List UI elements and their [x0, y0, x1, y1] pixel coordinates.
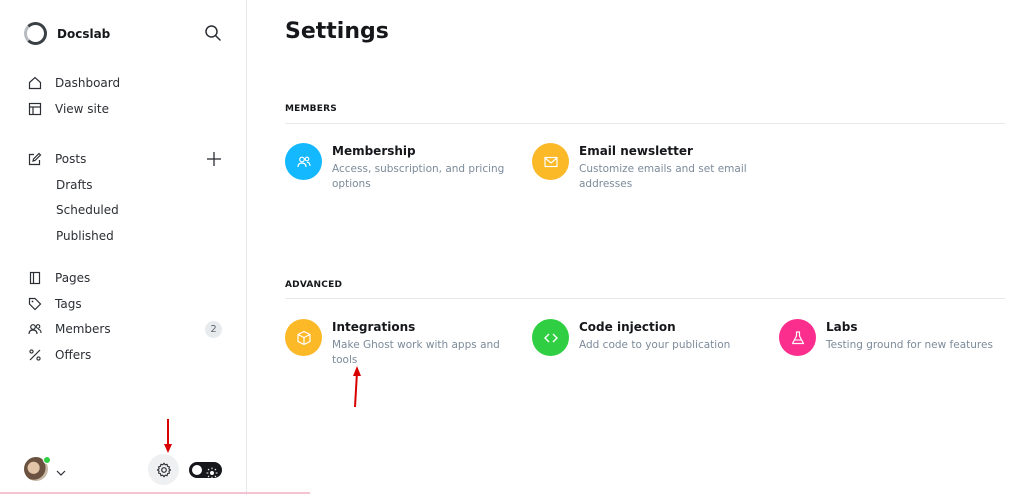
- section-divider: [285, 123, 1005, 124]
- labs-title: Labs: [826, 320, 858, 334]
- cube-icon: [285, 319, 322, 356]
- code-injection-title: Code injection: [579, 320, 676, 334]
- email-newsletter-title: Email newsletter: [579, 144, 693, 158]
- sidebar: Docslab Dashboard View site Posts Drafts…: [0, 0, 247, 495]
- edit-icon: [27, 151, 43, 167]
- layout-icon: [27, 101, 43, 117]
- chevron-down-icon[interactable]: [55, 464, 67, 476]
- tag-icon: [27, 296, 43, 312]
- bottom-highlight-line: [0, 492, 310, 494]
- home-icon: [27, 75, 43, 91]
- sun-icon: [206, 464, 218, 479]
- nav-tags[interactable]: Tags: [27, 294, 82, 314]
- nav-published[interactable]: Published: [56, 226, 114, 246]
- nav-pages-label: Pages: [55, 271, 91, 285]
- toggle-knob: [192, 465, 202, 475]
- online-status-dot: [43, 456, 51, 464]
- nav-posts[interactable]: Posts: [27, 149, 86, 169]
- annotation-arrow-integrations: [353, 366, 361, 408]
- membership-card[interactable]: Membership Access, subscription, and pri…: [285, 143, 512, 192]
- pages-icon: [27, 270, 43, 286]
- integrations-card[interactable]: Integrations Make Ghost work with apps a…: [285, 319, 502, 368]
- search-icon[interactable]: [204, 24, 222, 42]
- code-injection-card[interactable]: Code injection Add code to your publicat…: [532, 319, 759, 356]
- integrations-title: Integrations: [332, 320, 416, 334]
- percent-icon: [27, 347, 43, 363]
- nav-members-label: Members: [55, 322, 111, 336]
- labs-card[interactable]: Labs Testing ground for new features: [779, 319, 1006, 356]
- settings-gear-button[interactable]: [148, 454, 179, 485]
- brand-logo: [24, 22, 47, 45]
- envelope-icon: [532, 143, 569, 180]
- gear-icon: [156, 462, 171, 477]
- nav-members[interactable]: Members: [27, 319, 111, 339]
- flask-icon: [779, 319, 816, 356]
- nav-view-site-label: View site: [55, 102, 109, 116]
- nav-scheduled[interactable]: Scheduled: [56, 200, 119, 220]
- nav-dashboard-label: Dashboard: [55, 76, 121, 90]
- nav-offers[interactable]: Offers: [27, 345, 91, 365]
- labs-desc: Testing ground for new features: [826, 339, 993, 351]
- nav-view-site[interactable]: View site: [27, 99, 109, 119]
- new-post-plus-icon[interactable]: [206, 151, 222, 167]
- membership-title: Membership: [332, 144, 416, 158]
- members-icon: [285, 143, 322, 180]
- section-label-advanced: ADVANCED: [285, 280, 343, 290]
- brand-name: Docslab: [57, 26, 111, 41]
- email-newsletter-card[interactable]: Email newsletter Customize emails and se…: [532, 143, 759, 192]
- nav-posts-label: Posts: [55, 152, 87, 166]
- members-count-badge: 2: [205, 321, 222, 338]
- nav-drafts[interactable]: Drafts: [56, 175, 93, 195]
- members-icon: [27, 321, 43, 337]
- section-label-members: MEMBERS: [285, 104, 337, 114]
- code-icon: [532, 319, 569, 356]
- section-divider: [285, 298, 1005, 299]
- membership-desc: Access, subscription, and pricing option…: [332, 163, 505, 190]
- nav-offers-label: Offers: [55, 348, 92, 362]
- annotation-arrow-gear: [164, 419, 172, 453]
- brand[interactable]: Docslab: [24, 22, 110, 45]
- nav-pages[interactable]: Pages: [27, 268, 90, 288]
- page-title: Settings: [285, 19, 389, 44]
- email-newsletter-desc: Customize emails and set email addresses: [579, 163, 747, 190]
- nav-dashboard[interactable]: Dashboard: [27, 73, 120, 93]
- nav-tags-label: Tags: [55, 297, 82, 311]
- code-injection-desc: Add code to your publication: [579, 339, 731, 351]
